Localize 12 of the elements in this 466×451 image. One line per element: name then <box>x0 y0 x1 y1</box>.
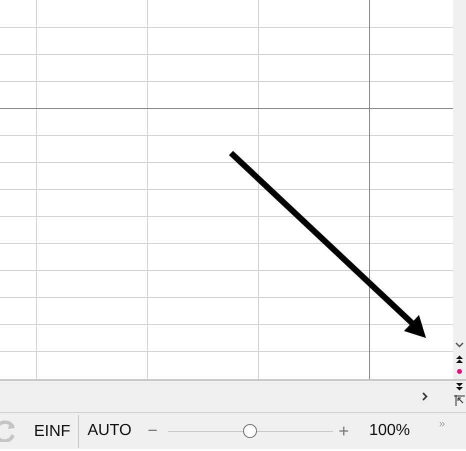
chevron-down-icon[interactable] <box>455 342 464 348</box>
zoom-level[interactable]: 100% <box>369 419 410 443</box>
split-icon[interactable] <box>454 395 465 406</box>
page-down-icon[interactable] <box>456 383 463 391</box>
page-up-icon[interactable] <box>456 355 463 363</box>
zoom-slider[interactable] <box>168 424 333 438</box>
zoom-out-button[interactable]: − <box>148 418 158 444</box>
status-text[interactable]: AUTO <box>87 419 132 443</box>
slider-thumb[interactable] <box>243 424 258 438</box>
zoom-in-button[interactable]: + <box>338 418 350 444</box>
chevron-right-icon[interactable] <box>422 392 428 401</box>
status-text[interactable]: EINF <box>34 414 80 448</box>
